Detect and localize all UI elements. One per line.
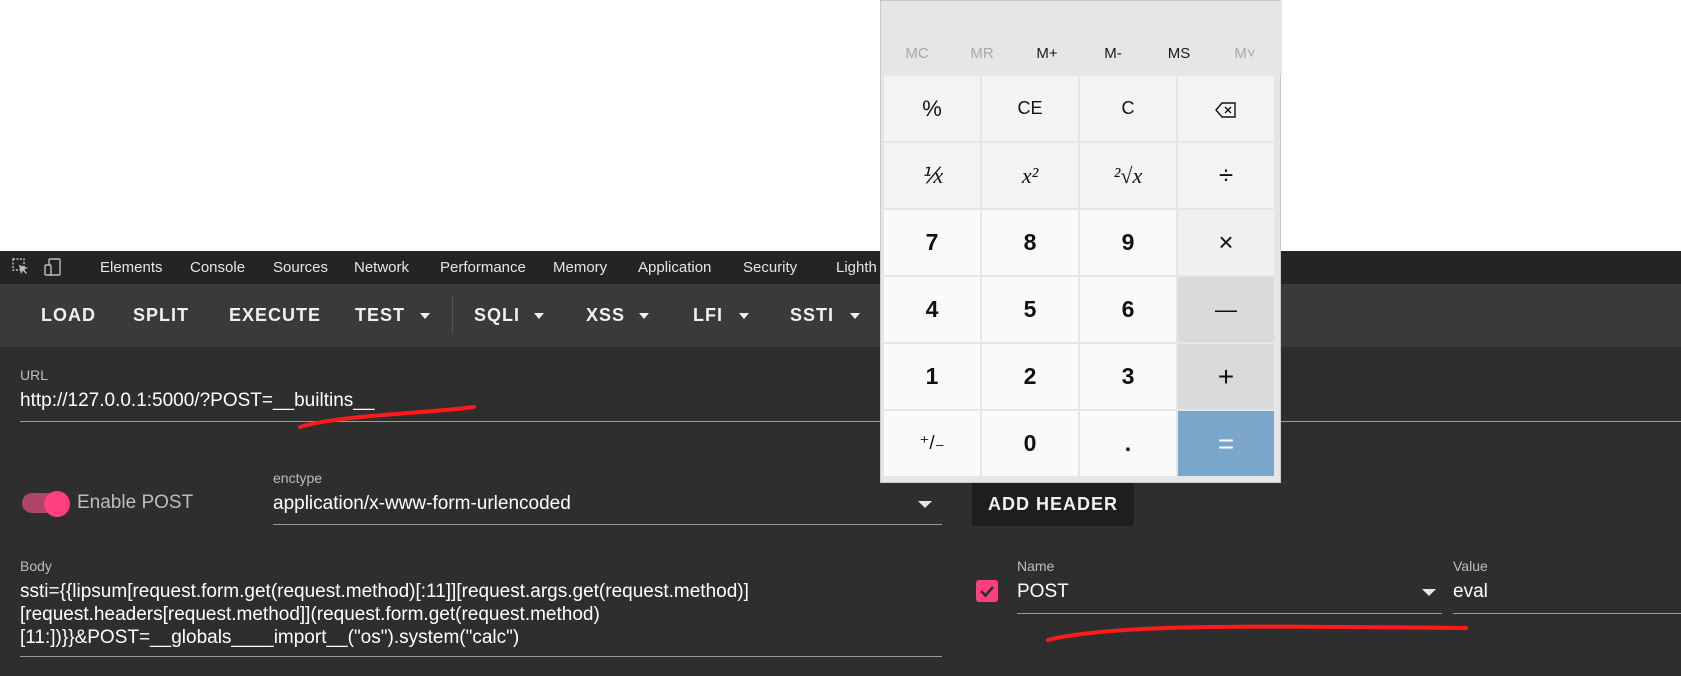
memory-add-button[interactable]: M+ [1017,45,1077,62]
digit-5-button[interactable]: 5 [982,277,1078,342]
annotation-overlay [298,405,1468,642]
equals-button[interactable]: = [1178,411,1274,476]
backspace-button[interactable] [1178,76,1274,141]
memory-row: MC MR M+ M- MS M˅ [881,1,1282,74]
decimal-button[interactable]: . [1080,411,1176,476]
digit-0-button[interactable]: 0 [982,411,1078,476]
memory-recall-button[interactable]: MR [952,45,1012,62]
calculator-window: MC MR M+ M- MS M˅ % CE C ⅟x x² ²√x ÷ 7 8… [880,0,1282,483]
digit-4-button[interactable]: 4 [884,277,980,342]
square-root-button[interactable]: ²√x [1080,143,1176,208]
clear-button[interactable]: C [1080,76,1176,141]
digit-8-button[interactable]: 8 [982,210,1078,275]
digit-3-button[interactable]: 3 [1080,344,1176,409]
reciprocal-button[interactable]: ⅟x [884,143,980,208]
memory-clear-button[interactable]: MC [887,45,947,62]
annotation-underline-url [298,405,476,429]
memory-store-button[interactable]: MS [1149,45,1209,62]
subtract-button[interactable]: — [1178,277,1274,342]
clear-entry-button[interactable]: CE [982,76,1078,141]
percent-button[interactable]: % [884,76,980,141]
digit-9-button[interactable]: 9 [1080,210,1176,275]
memory-list-button[interactable]: M˅ [1215,45,1275,62]
backspace-icon [1215,102,1236,118]
square-button[interactable]: x² [982,143,1078,208]
add-button[interactable]: + [1178,344,1274,409]
divide-button[interactable]: ÷ [1178,143,1274,208]
digit-7-button[interactable]: 7 [884,210,980,275]
annotation-underline-header [1046,624,1468,642]
digit-1-button[interactable]: 1 [884,344,980,409]
digit-2-button[interactable]: 2 [982,344,1078,409]
memory-subtract-button[interactable]: M- [1083,45,1143,62]
negate-button[interactable]: ⁺/₋ [884,411,980,476]
digit-6-button[interactable]: 6 [1080,277,1176,342]
multiply-button[interactable]: × [1178,210,1274,275]
